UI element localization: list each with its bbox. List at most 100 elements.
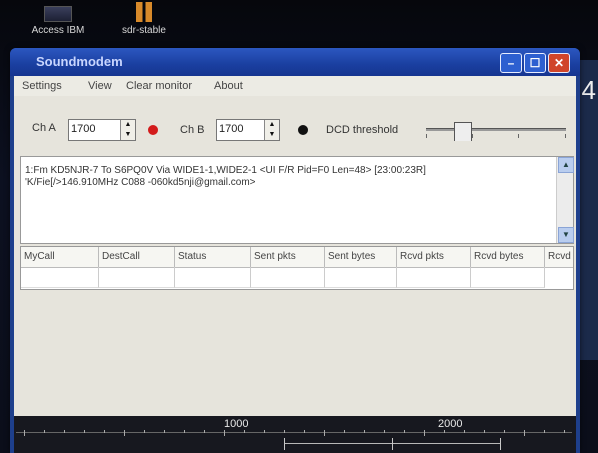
cha-spin-arrows[interactable]: ▲ ▼ [120,120,135,140]
slider-track [426,128,566,131]
title-bar[interactable]: Soundmodem – ☐ ✕ [10,48,580,76]
scale-tick [184,430,185,433]
channel-toolbar: Ch A ▲ ▼ Ch B ▲ ▼ DCD threshold [14,96,576,150]
col-rcvd[interactable]: Rcvd [545,247,573,268]
menu-view[interactable]: View [88,80,112,92]
packet-monitor[interactable]: 1:Fm KD5NJR-7 To S6PQ0V Via WIDE1-1,WIDE… [20,156,574,244]
freq-label-1000: 1000 [224,418,249,430]
menu-clear-monitor[interactable]: Clear monitor [126,80,192,92]
close-button[interactable]: ✕ [548,53,570,73]
scale-tick [504,430,505,433]
cha-frequency-input[interactable] [71,121,105,137]
scale-tick [364,430,365,433]
col-sent-pkts[interactable]: Sent pkts [251,247,325,268]
table-cell [175,267,251,288]
scale-tick [44,430,45,433]
monitor-line: 1:Fm KD5NJR-7 To S6PQ0V Via WIDE1-1,WIDE… [25,165,426,176]
slider-thumb[interactable] [454,122,472,141]
scale-tick [324,430,325,436]
table-row[interactable] [21,267,573,288]
chb-frequency-input[interactable] [219,121,253,137]
menu-about[interactable]: About [214,80,243,92]
scale-tick [384,430,385,433]
slider-tick [472,134,473,138]
scale-tick [164,430,165,433]
channel-marker-center[interactable] [392,438,393,450]
waterfall-spectrum[interactable]: 1000 2000 [14,416,576,453]
scale-tick [244,430,245,433]
scale-tick [304,430,305,433]
desktop-icon-label: sdr-stable [122,25,166,36]
scale-tick [464,430,465,433]
monitor-text: 1:Fm KD5NJR-7 To S6PQ0V Via WIDE1-1,WIDE… [25,165,545,189]
desktop-icon-access-ibm[interactable]: Access IBM [18,0,98,36]
table-cell [397,267,471,288]
scale-tick [284,430,285,433]
table-cell [99,267,175,288]
empty-panel [14,290,576,410]
scroll-down-icon[interactable]: ▼ [558,227,574,243]
table-header-row: MyCall DestCall Status Sent pkts Sent by… [21,247,573,268]
spin-down-icon[interactable]: ▼ [265,130,279,140]
scale-tick [224,430,225,436]
scale-tick [484,430,485,433]
scale-tick [524,430,525,436]
desktop-icon-label: Access IBM [31,25,85,36]
monitor-scrollbar[interactable]: ▲ ▼ [556,157,574,243]
dcd-threshold-slider[interactable] [426,120,566,141]
desktop-icon-sdr-stable[interactable]: sdr-stable [104,0,184,36]
col-rcvd-bytes[interactable]: Rcvd bytes [471,247,545,268]
scale-tick [204,430,205,433]
spin-up-icon[interactable]: ▲ [265,120,279,130]
scale-tick [424,430,425,436]
chb-frequency-spinner[interactable]: ▲ ▼ [216,119,280,141]
cha-frequency-spinner[interactable]: ▲ ▼ [68,119,136,141]
col-status[interactable]: Status [175,247,251,268]
minimize-button[interactable]: – [500,53,522,73]
table-cell [21,267,99,288]
soundmodem-window: Soundmodem – ☐ ✕ Settings View Clear mon… [10,48,580,453]
slider-tick [518,134,519,138]
col-sent-bytes[interactable]: Sent bytes [325,247,397,268]
spin-down-icon[interactable]: ▼ [121,130,135,140]
scale-tick [24,430,25,436]
cha-label: Ch A [32,122,56,134]
freq-label-2000: 2000 [438,418,463,430]
scale-tick [144,430,145,433]
maximize-button[interactable]: ☐ [524,53,546,73]
frequency-scale [16,432,572,433]
col-mycall[interactable]: MyCall [21,247,99,268]
scale-tick [124,430,125,436]
cha-status-led [148,125,158,135]
chb-label: Ch B [180,124,205,136]
chb-spin-arrows[interactable]: ▲ ▼ [264,120,279,140]
scale-tick [84,430,85,433]
scale-tick [344,430,345,433]
monitor-line: 'K/Fie[/>146.910MHz C088 -060kd5nji@gmai… [25,177,256,188]
connections-table: MyCall DestCall Status Sent pkts Sent by… [20,246,574,290]
table-cell [325,267,397,288]
scale-tick [544,430,545,433]
folder-icon [136,2,152,22]
slider-tick [426,134,427,138]
col-rcvd-pkts[interactable]: Rcvd pkts [397,247,471,268]
scale-tick [404,430,405,433]
spin-up-icon[interactable]: ▲ [121,120,135,130]
scale-tick [104,430,105,433]
scale-tick [564,430,565,433]
menu-bar: Settings View Clear monitor About [14,76,576,96]
scale-tick [264,430,265,433]
scale-tick [444,430,445,433]
table-cell [471,267,545,288]
monitor-icon [44,6,72,22]
channel-marker-right[interactable] [500,438,501,450]
scroll-up-icon[interactable]: ▲ [558,157,574,173]
menu-settings[interactable]: Settings [22,80,62,92]
window-title: Soundmodem [36,54,123,69]
slider-tick [565,134,566,138]
window-client-area: Settings View Clear monitor About Ch A ▲… [14,76,576,453]
scale-tick [64,430,65,433]
chb-status-led [298,125,308,135]
col-destcall[interactable]: DestCall [99,247,175,268]
channel-marker-left[interactable] [284,438,285,450]
